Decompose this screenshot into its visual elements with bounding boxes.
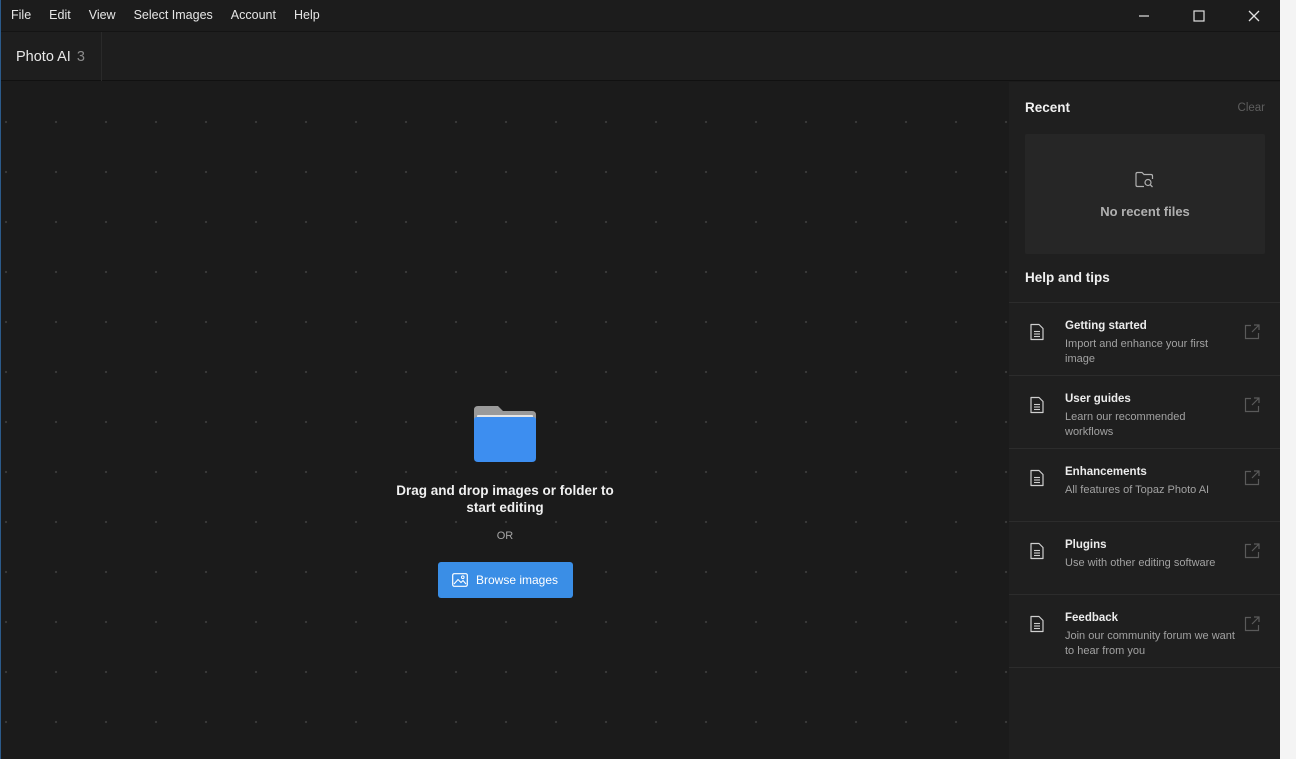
help-item-enhancements[interactable]: Enhancements All features of Topaz Photo… xyxy=(1009,449,1281,522)
document-icon xyxy=(1030,542,1044,560)
recent-header: Recent Clear xyxy=(1025,100,1265,115)
folder-search-icon xyxy=(1135,171,1154,188)
document-icon xyxy=(1030,323,1044,341)
external-link-icon xyxy=(1244,324,1260,340)
help-item-title: User guides xyxy=(1065,393,1131,405)
browse-images-label: Browse images xyxy=(475,573,559,587)
help-item-desc: Learn our recommended workflows xyxy=(1065,411,1186,438)
menu-account[interactable]: Account xyxy=(222,0,285,32)
document-icon xyxy=(1030,615,1044,633)
menu-help[interactable]: Help xyxy=(285,0,329,32)
external-link-icon xyxy=(1244,616,1260,632)
dropzone: Drag and drop images or folder to start … xyxy=(382,402,628,598)
recent-files-box: No recent files xyxy=(1025,134,1265,254)
app-title-tab[interactable]: Photo AI 3 xyxy=(1,32,102,81)
help-item-feedback[interactable]: Feedback Join our community forum we wan… xyxy=(1009,595,1281,668)
menu-file[interactable]: File xyxy=(1,0,40,32)
window-controls xyxy=(1116,0,1281,32)
menu-bar: File Edit View Select Images Account Hel… xyxy=(1,0,1281,32)
help-item-desc: Join our community forum we want to hear… xyxy=(1065,630,1235,657)
desktop-background xyxy=(1280,0,1296,759)
maximize-button[interactable] xyxy=(1171,0,1226,32)
recent-title: Recent xyxy=(1025,100,1071,115)
dropzone-text: Drag and drop images or folder to start … xyxy=(396,483,614,515)
help-list: Getting started Import and enhance your … xyxy=(1009,302,1281,668)
or-divider: OR xyxy=(496,530,514,542)
app-version: 3 xyxy=(76,48,85,65)
help-item-title: Plugins xyxy=(1065,539,1107,551)
image-icon xyxy=(452,573,468,587)
minimize-button[interactable] xyxy=(1116,0,1171,32)
external-link-icon xyxy=(1244,397,1260,413)
close-button[interactable] xyxy=(1226,0,1281,32)
menu-select-images[interactable]: Select Images xyxy=(125,0,222,32)
drop-canvas[interactable]: Drag and drop images or folder to start … xyxy=(2,82,1009,759)
browse-images-button[interactable]: Browse images xyxy=(437,562,573,598)
no-recent-text: No recent files xyxy=(1100,204,1190,219)
clear-recent-button[interactable]: Clear xyxy=(1238,102,1265,114)
right-panel: Recent Clear No recent files Help and ti… xyxy=(1009,82,1281,759)
maximize-icon xyxy=(1192,10,1205,22)
help-item-desc: All features of Topaz Photo AI xyxy=(1065,484,1210,496)
help-item-getting-started[interactable]: Getting started Import and enhance your … xyxy=(1009,303,1281,376)
help-item-user-guides[interactable]: User guides Learn our recommended workfl… xyxy=(1009,376,1281,449)
close-icon xyxy=(1248,10,1259,22)
menu-edit[interactable]: Edit xyxy=(40,0,80,32)
help-item-title: Feedback xyxy=(1065,612,1119,624)
help-title: Help and tips xyxy=(1025,270,1110,285)
app-name: Photo AI xyxy=(16,48,71,65)
tab-bar: Photo AI 3 xyxy=(1,32,1281,81)
help-item-title: Enhancements xyxy=(1065,466,1147,478)
help-item-title: Getting started xyxy=(1065,320,1147,332)
help-item-desc: Import and enhance your first image xyxy=(1065,338,1209,365)
document-icon xyxy=(1030,469,1044,487)
folder-icon xyxy=(474,406,536,462)
minimize-icon xyxy=(1138,15,1149,17)
menu-view[interactable]: View xyxy=(80,0,125,32)
document-icon xyxy=(1030,396,1044,414)
external-link-icon xyxy=(1244,470,1260,486)
external-link-icon xyxy=(1244,543,1260,559)
help-item-plugins[interactable]: Plugins Use with other editing software xyxy=(1009,522,1281,595)
app-window: File Edit View Select Images Account Hel… xyxy=(0,0,1281,759)
help-item-desc: Use with other editing software xyxy=(1065,557,1216,569)
